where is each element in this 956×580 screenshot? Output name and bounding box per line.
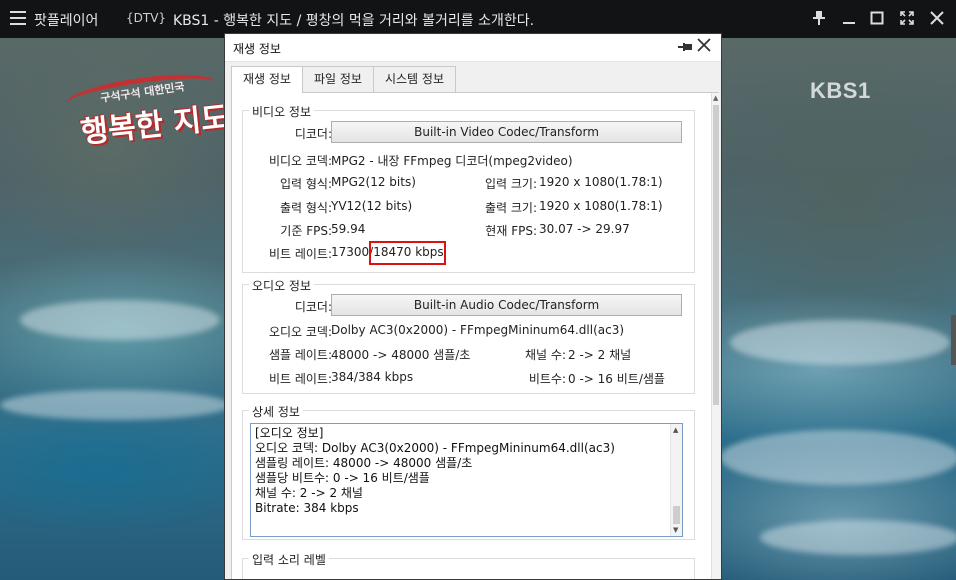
video-codec-label: 비디오 코덱:	[268, 154, 332, 168]
detail-line: 샘플당 비트수: 0 -> 16 비트/샘플	[255, 471, 430, 485]
output-format-value: YV12(12 bits)	[331, 199, 413, 213]
audio-codec-label: 오디오 코덱:	[268, 325, 332, 339]
dialog-close-icon[interactable]	[696, 36, 712, 56]
input-format-value: MPG2(12 bits)	[331, 175, 416, 189]
detail-line: 오디오 코덱: Dolby AC3(0x2000) - FFmpegMininu…	[255, 441, 615, 455]
tab-file-info[interactable]: 파일 정보	[301, 66, 374, 92]
detail-line: [오디오 정보]	[255, 426, 324, 440]
pin-icon[interactable]	[810, 9, 828, 27]
input-level-group: 입력 소리 레벨	[242, 551, 695, 579]
water-highlight	[20, 300, 220, 340]
menu-icon[interactable]	[10, 11, 26, 25]
video-bitrate-average: 17300/	[331, 245, 374, 259]
side-panel-handle[interactable]	[951, 315, 956, 365]
minimize-icon[interactable]	[840, 9, 858, 27]
tab-playback-info[interactable]: 재생 정보	[231, 66, 303, 93]
source-tag: {DTV}	[126, 11, 167, 25]
base-fps-label: 기준 FPS:	[280, 224, 332, 238]
output-size-label: 출력 크기:	[484, 201, 537, 215]
detail-info-group: 상세 정보 [오디오 정보] 오디오 코덱: Dolby AC3(0x2000)…	[242, 403, 695, 540]
scroll-thumb[interactable]	[673, 506, 680, 524]
maximize-icon[interactable]	[868, 9, 886, 27]
scroll-thumb[interactable]	[713, 105, 719, 405]
show-logo: 구석구석 대한민국 행복한 지도	[60, 67, 230, 151]
water-highlight	[730, 320, 950, 365]
detail-lines: [오디오 정보] 오디오 코덱: Dolby AC3(0x2000) - FFm…	[251, 424, 682, 518]
input-format-label: 입력 형식:	[279, 177, 332, 191]
bitrate-highlight-box	[369, 241, 446, 265]
audio-bitrate-label: 비트 레이트:	[268, 372, 332, 386]
audio-info-heading: 오디오 정보	[249, 277, 315, 294]
input-level-heading: 입력 소리 레벨	[249, 551, 329, 568]
playback-info-dialog: 재생 정보 재생 정보 파일 정보 시스템 정보 비디오 정보 디코더: Bui…	[224, 33, 722, 580]
audio-decoder-label: 디코더:	[294, 300, 332, 314]
detail-info-heading: 상세 정보	[249, 403, 303, 420]
dialog-tabs: 재생 정보 파일 정보 시스템 정보	[231, 66, 456, 93]
video-info-group: 비디오 정보 디코더: Built-in Video Codec/Transfo…	[242, 103, 695, 273]
water-highlight	[720, 430, 956, 485]
current-fps-label: 현재 FPS:	[485, 224, 537, 238]
video-decoder-button[interactable]: Built-in Video Codec/Transform	[331, 121, 682, 143]
panel-scrollbar[interactable]: ▲	[711, 93, 720, 579]
water-highlight	[0, 390, 230, 420]
channel-logo: KBS1	[810, 78, 871, 103]
dialog-titlebar[interactable]: 재생 정보	[225, 34, 721, 62]
samplerate-value: 48000 -> 48000 샘플/초	[331, 348, 471, 362]
current-fps-value: 30.07 -> 29.97	[539, 222, 630, 236]
video-title: KBS1 - 행복한 지도 / 평창의 먹을 거리와 볼거리를 소개한다.	[173, 13, 535, 29]
samplerate-label: 샘플 레이트:	[268, 348, 332, 362]
detail-line: Bitrate: 384 kbps	[255, 501, 359, 515]
detail-line: 샘플링 레이트: 48000 -> 48000 샘플/초	[255, 456, 473, 470]
output-format-label: 출력 형식:	[279, 201, 332, 215]
bits-value: 0 -> 16 비트/샘플	[568, 372, 665, 386]
tab-panel: 비디오 정보 디코더: Built-in Video Codec/Transfo…	[231, 92, 720, 579]
dialog-pin-icon[interactable]	[677, 40, 693, 58]
detail-info-textbox[interactable]: [오디오 정보] 오디오 코덱: Dolby AC3(0x2000) - FFm…	[250, 423, 683, 537]
scroll-up-icon[interactable]: ▲	[713, 94, 718, 102]
audio-bitrate-value: 384/384 kbps	[331, 370, 414, 384]
video-bitrate-label: 비트 레이트:	[268, 247, 332, 261]
tab-system-info[interactable]: 시스템 정보	[372, 66, 456, 92]
detail-line: 채널 수: 2 -> 2 채널	[255, 486, 363, 500]
scroll-down-icon[interactable]: ▼	[673, 526, 678, 534]
input-size-value: 1920 x 1080(1.78:1)	[539, 175, 663, 189]
output-size-value: 1920 x 1080(1.78:1)	[539, 199, 663, 213]
fullscreen-icon[interactable]	[898, 9, 916, 27]
input-size-label: 입력 크기:	[484, 177, 537, 191]
water-highlight	[760, 520, 956, 555]
base-fps-value: 59.94	[331, 222, 366, 236]
video-decoder-label: 디코더:	[294, 127, 332, 141]
detail-scrollbar[interactable]: ▲ ▼	[670, 424, 682, 536]
bits-label: 비트수:	[528, 372, 566, 386]
scroll-up-icon[interactable]: ▲	[673, 426, 678, 434]
audio-info-group: 오디오 정보 디코더: Built-in Audio Codec/Transfo…	[242, 277, 695, 394]
dialog-title: 재생 정보	[233, 42, 281, 56]
channels-value: 2 -> 2 채널	[568, 348, 632, 362]
audio-decoder-button[interactable]: Built-in Audio Codec/Transform	[331, 294, 682, 316]
audio-codec-value: Dolby AC3(0x2000) - FFmpegMininum64.dll(…	[331, 323, 625, 337]
close-icon[interactable]	[928, 9, 946, 27]
video-info-heading: 비디오 정보	[249, 103, 315, 120]
channels-label: 채널 수:	[525, 348, 566, 362]
app-name[interactable]: 팟플레이어	[34, 10, 98, 30]
video-codec-value: MPG2 - 내장 FFmpeg 디코더(mpeg2video)	[331, 154, 573, 168]
